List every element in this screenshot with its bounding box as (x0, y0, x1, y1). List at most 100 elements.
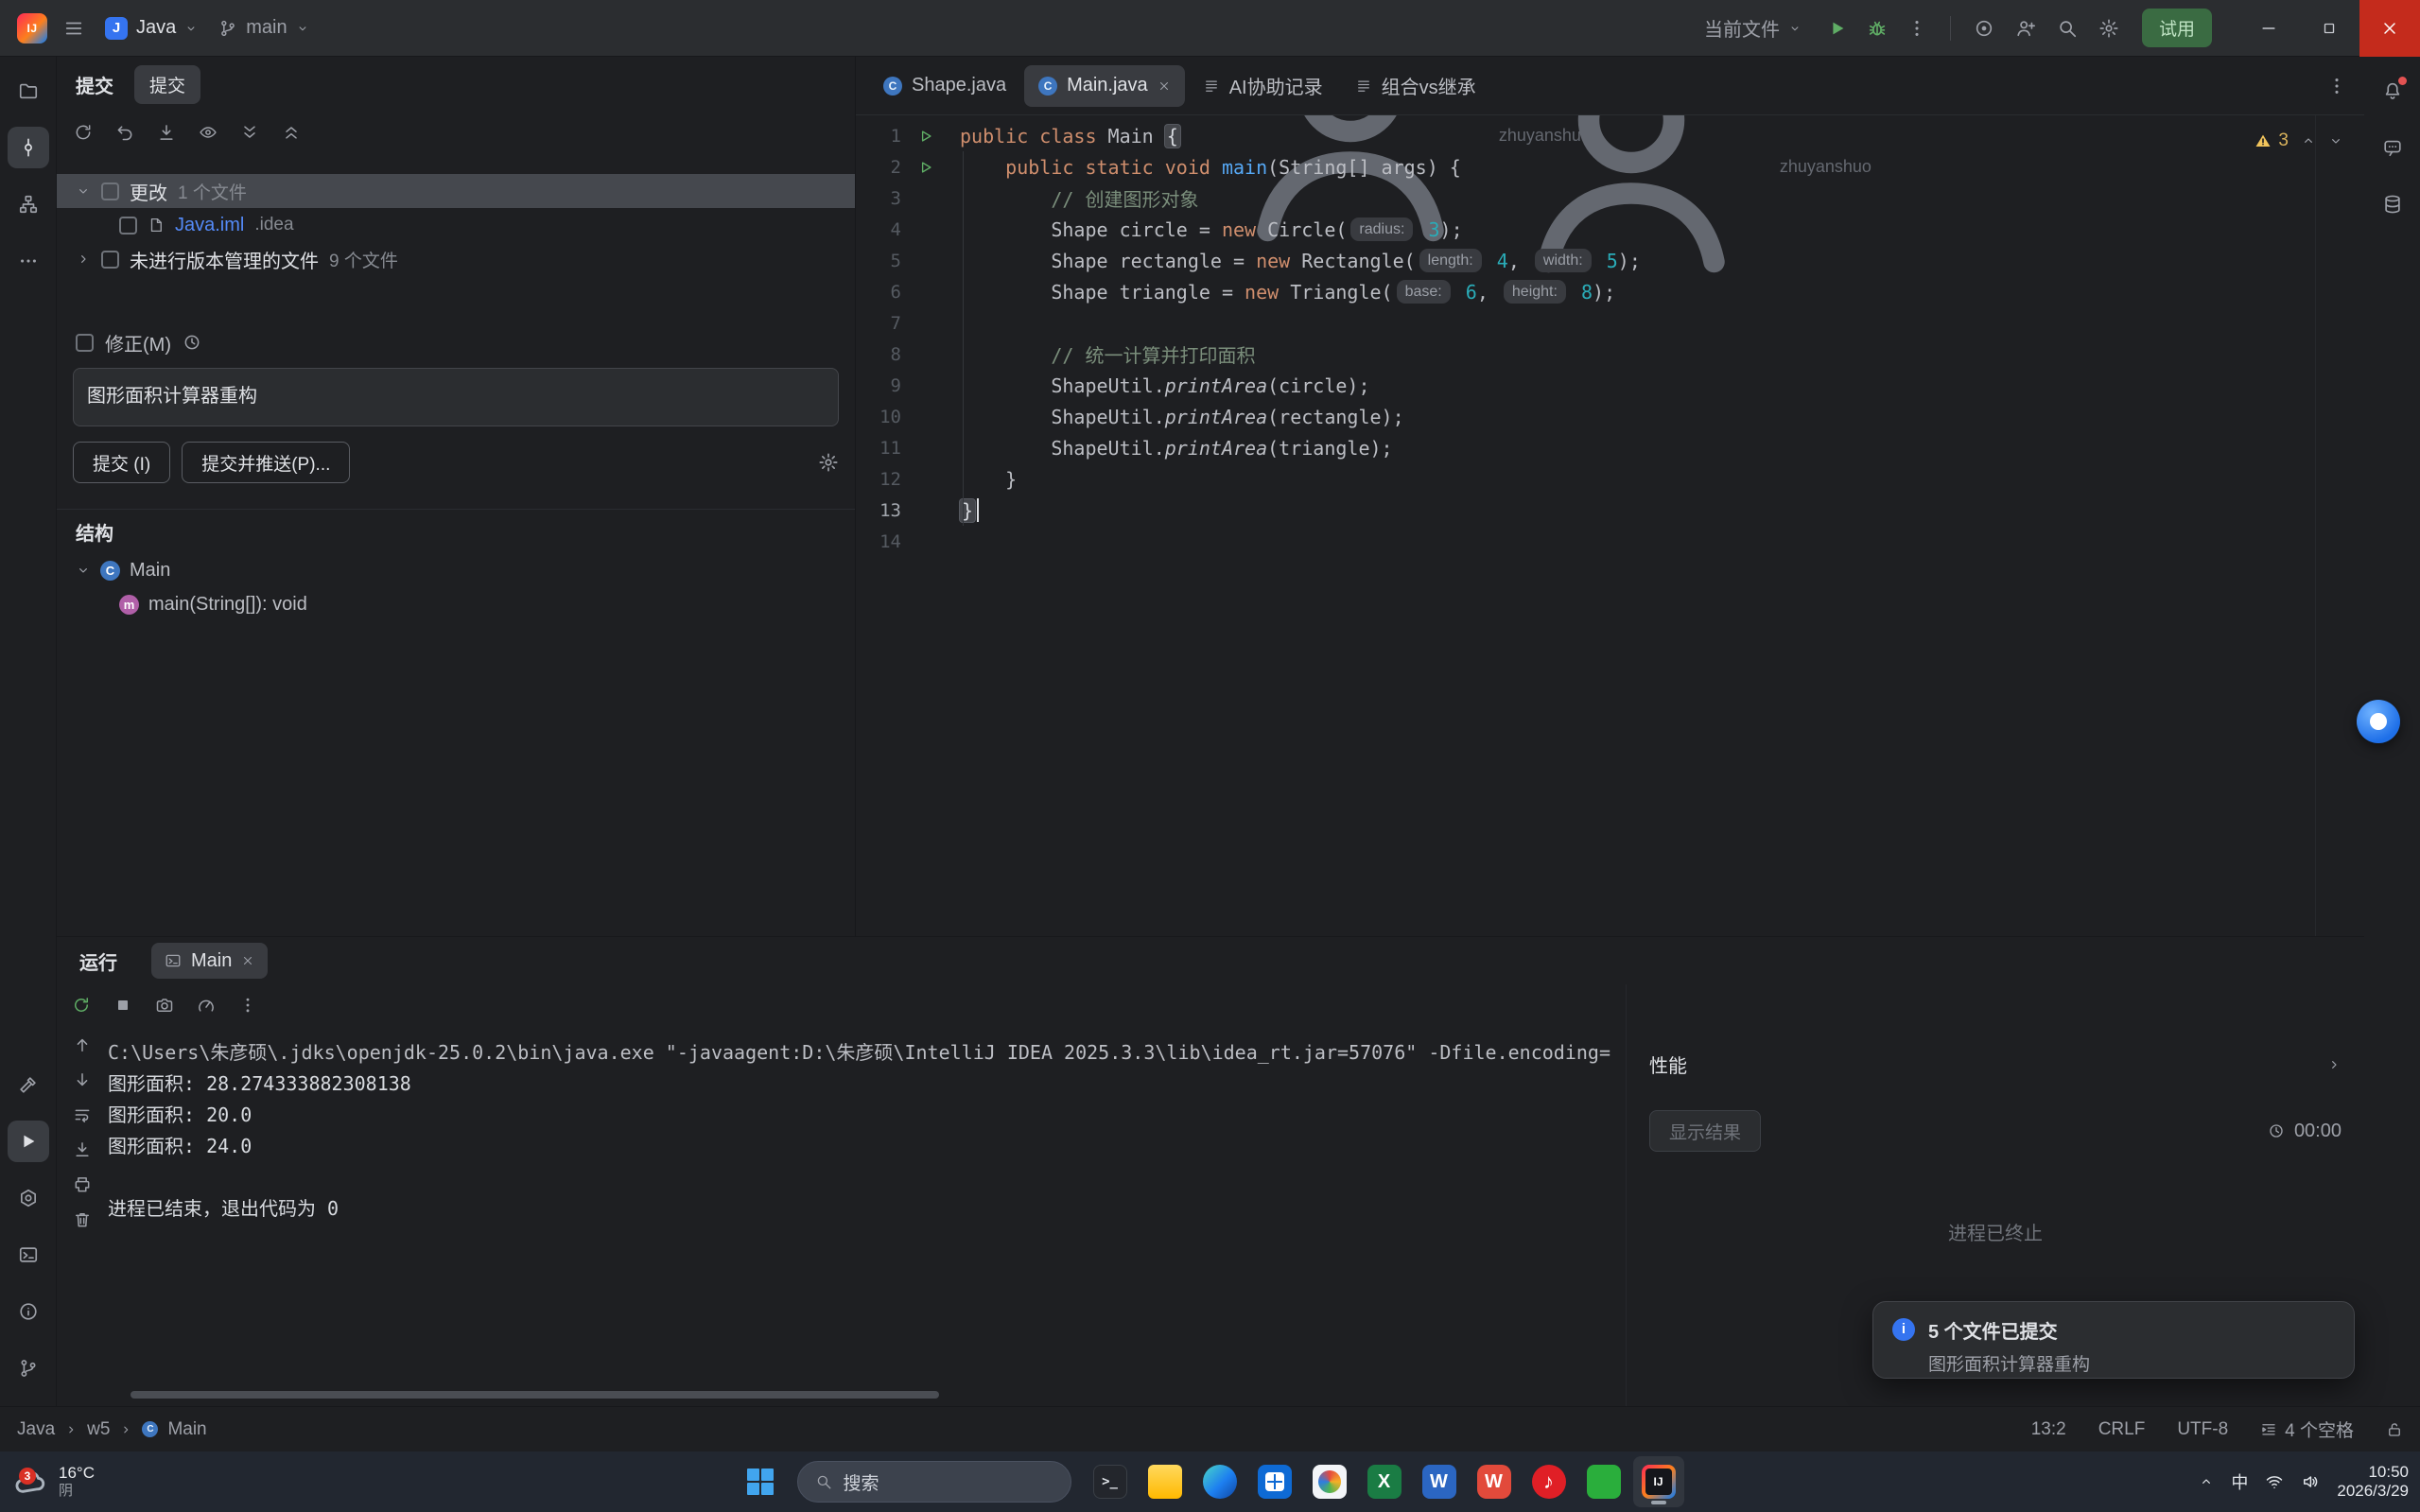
taskbar-app-store[interactable] (1249, 1456, 1300, 1507)
tool-button-more-tools[interactable] (8, 240, 49, 282)
print-icon[interactable] (73, 1175, 92, 1194)
minimize-button[interactable] (2238, 0, 2299, 57)
statusbar-caret-position[interactable]: 13:2 (2031, 1419, 2066, 1440)
code-line[interactable] (960, 307, 2364, 339)
weather-widget[interactable]: 3 16°C 阴 (13, 1464, 95, 1500)
volume-icon[interactable] (2301, 1472, 2320, 1491)
taskbar-app-music[interactable]: ♪ (1523, 1456, 1575, 1507)
search-everywhere-button[interactable] (2057, 8, 2078, 49)
editor-options-icon[interactable] (2326, 76, 2347, 96)
editor-tab-Shape.java[interactable]: CShape.java (869, 65, 1020, 107)
file-checkbox[interactable] (119, 217, 137, 235)
prev-occurrence-icon[interactable] (73, 1035, 92, 1054)
code-line[interactable]: ShapeUtil.printArea(circle); (960, 370, 2364, 401)
tool-button-commit[interactable] (8, 127, 49, 168)
clear-all-icon[interactable] (73, 1210, 92, 1229)
vcs-branch-widget[interactable]: main (208, 8, 319, 49)
editor-body[interactable]: 1234567891011121314 public class Main {z… (856, 115, 2364, 936)
code-line[interactable]: ShapeUtil.printArea(triangle); (960, 432, 2364, 463)
run-line-icon[interactable] (907, 159, 945, 176)
breadcrumb-item[interactable]: Java (17, 1419, 55, 1440)
tray-overflow-icon[interactable] (2199, 1474, 2214, 1489)
statusbar-indent-style[interactable]: 4 个空格 (2260, 1416, 2354, 1442)
tool-button-services[interactable] (8, 1177, 49, 1219)
run-configuration-widget[interactable]: 当前文件 (1694, 8, 1812, 49)
prev-problem-icon[interactable] (2301, 133, 2316, 148)
code-line[interactable]: // 统一计算并打印面积 (960, 339, 2364, 370)
run-button[interactable] (1827, 8, 1848, 49)
tool-button-build[interactable] (8, 1064, 49, 1105)
tool-button-problems[interactable] (8, 1291, 49, 1332)
inspections-widget[interactable]: 3 (2255, 130, 2343, 151)
statusbar-line-separator[interactable]: CRLF (2098, 1419, 2146, 1440)
ai-widget-button[interactable] (1974, 8, 1994, 49)
tool-button-version-control[interactable] (8, 1347, 49, 1389)
taskbar-app-word[interactable]: W (1414, 1456, 1465, 1507)
taskbar-app-photos[interactable] (1304, 1456, 1355, 1507)
soft-wrap-icon[interactable] (73, 1105, 92, 1124)
commit-and-push-button[interactable]: 提交并推送(P)... (182, 442, 350, 483)
taskbar-app-excel[interactable]: X (1359, 1456, 1410, 1507)
code-with-me-button[interactable] (2015, 8, 2036, 49)
taskbar-app-wechat[interactable] (1578, 1456, 1629, 1507)
shelve-icon[interactable] (157, 123, 176, 142)
code-line[interactable]: ShapeUtil.printArea(rectangle); (960, 401, 2364, 432)
changed-file-row[interactable]: Java.iml .idea (57, 208, 855, 242)
rollback-icon[interactable] (115, 123, 134, 142)
tool-button-structure[interactable] (8, 183, 49, 225)
console-output[interactable]: C:\Users\朱彦硕\.jdks\openjdk-25.0.2\bin\ja… (108, 1026, 1626, 1385)
main-menu-button[interactable] (53, 8, 95, 49)
stop-icon[interactable] (113, 996, 132, 1015)
tool-button-terminal[interactable] (8, 1234, 49, 1276)
editor-tab-Main.java[interactable]: CMain.java (1024, 65, 1185, 107)
statusbar-file-encoding[interactable]: UTF-8 (2177, 1419, 2228, 1440)
expand-panel-icon[interactable] (2326, 1057, 2342, 1072)
preview-diff-icon[interactable] (199, 123, 218, 142)
changes-checkbox[interactable] (101, 182, 119, 200)
expand-all-icon[interactable] (240, 123, 259, 142)
tool-button-project[interactable] (8, 70, 49, 112)
editor-tab-组合vs继承[interactable]: 组合vs继承 (1341, 65, 1490, 107)
breadcrumb-item[interactable]: Main (167, 1419, 206, 1440)
taskbar-app-idea[interactable]: IJ (1633, 1456, 1684, 1507)
network-icon[interactable] (2265, 1472, 2284, 1491)
unversioned-group-row[interactable]: 未进行版本管理的文件 9 个文件 (57, 242, 855, 276)
screenshot-icon[interactable] (155, 996, 174, 1015)
next-problem-icon[interactable] (2328, 133, 2343, 148)
settings-button[interactable] (2098, 8, 2119, 49)
horizontal-scrollbar[interactable] (131, 1391, 939, 1399)
changes-group-row[interactable]: 更改 1 个文件 (57, 174, 855, 208)
tool-button-run[interactable] (8, 1121, 49, 1162)
taskbar-app-term[interactable]: >_ (1085, 1456, 1136, 1507)
rerun-icon[interactable] (72, 996, 91, 1015)
ai-assistant-floating-button[interactable] (2357, 700, 2400, 743)
trial-badge[interactable]: 试用 (2142, 9, 2212, 47)
project-widget[interactable]: J Java (95, 8, 208, 49)
message-history-icon[interactable] (183, 333, 201, 352)
taskbar-search[interactable]: 搜索 (797, 1461, 1071, 1503)
ime-indicator[interactable]: 中 (2231, 1469, 2248, 1494)
amend-checkbox[interactable] (76, 334, 94, 352)
scroll-to-end-icon[interactable] (73, 1140, 92, 1159)
code-line[interactable]: } (960, 495, 2364, 526)
commit-message-input[interactable]: 图形面积计算器重构 (73, 368, 839, 426)
commit-button[interactable]: 提交 (I) (73, 442, 170, 483)
commit-options-icon[interactable] (818, 452, 839, 473)
show-results-button[interactable]: 显示结果 (1649, 1110, 1761, 1152)
next-occurrence-icon[interactable] (73, 1070, 92, 1089)
close-button[interactable] (2359, 0, 2420, 57)
more-run-options-button[interactable] (1906, 8, 1927, 49)
profiler-icon[interactable] (197, 996, 216, 1015)
statusbar-file-writable[interactable] (2386, 1421, 2403, 1438)
commit-tab[interactable]: 提交 (134, 65, 200, 104)
taskbar-app-edge[interactable] (1194, 1456, 1245, 1507)
run-tab-main[interactable]: Main (151, 943, 268, 979)
editor-tab-AI协助记录[interactable]: AI协助记录 (1189, 65, 1337, 107)
taskbar-app-explorer[interactable] (1140, 1456, 1191, 1507)
clock-widget[interactable]: 10:50 2026/3/29 (2337, 1463, 2409, 1501)
close-tab-icon[interactable] (241, 954, 254, 967)
start-button[interactable] (735, 1456, 786, 1507)
taskbar-app-wps[interactable]: W (1469, 1456, 1520, 1507)
tool-button-database[interactable] (2372, 183, 2413, 225)
debug-button[interactable] (1867, 8, 1888, 49)
